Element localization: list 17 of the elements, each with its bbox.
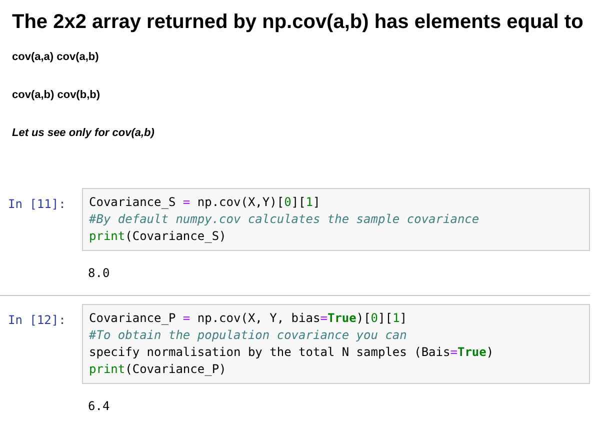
heading: The 2x2 array returned by np.cov(a,b) has elements equal to xyxy=(11,10,584,34)
code-line: print(Covariance_S) xyxy=(89,228,228,245)
cell-prompt: In [11]: xyxy=(8,196,67,213)
paragraph: cov(a,a) cov(a,b) xyxy=(12,50,100,64)
code-line: specify normalisation by the total N samples (Bais=True) xyxy=(89,344,495,361)
code-line: Covariance_S = np.cov(X,Y)[0][1] xyxy=(89,194,322,211)
cell-prompt: In [12]: xyxy=(8,312,67,329)
cell-output: 6.4 xyxy=(88,399,110,413)
paragraph: cov(a,b) cov(b,b) xyxy=(12,88,102,102)
code-line: Covariance_P = np.cov(X, Y, bias=True)[0][1] xyxy=(89,310,408,327)
code-line: #By default numpy.cov calculates the sample covariance xyxy=(89,211,480,228)
code-line: print(Covariance_P) xyxy=(89,361,228,378)
paragraph: Let us see only for cov(a,b) xyxy=(12,126,156,140)
code-input[interactable]: Covariance_S = np.cov(X,Y)[0][1] #By default numpy.cov calculates the sample covariance print(Covariance_S) xyxy=(82,188,590,251)
code-line: #To obtain the population covariance you can xyxy=(89,327,408,344)
cell-output: 8.0 xyxy=(88,266,110,280)
code-input[interactable]: Covariance_P = np.cov(X, Y, bias=True)[0][1] #To obtain the population covariance you can specify normalisation by the total N samples (Bais=True) print(Covariance_P) xyxy=(82,304,590,384)
